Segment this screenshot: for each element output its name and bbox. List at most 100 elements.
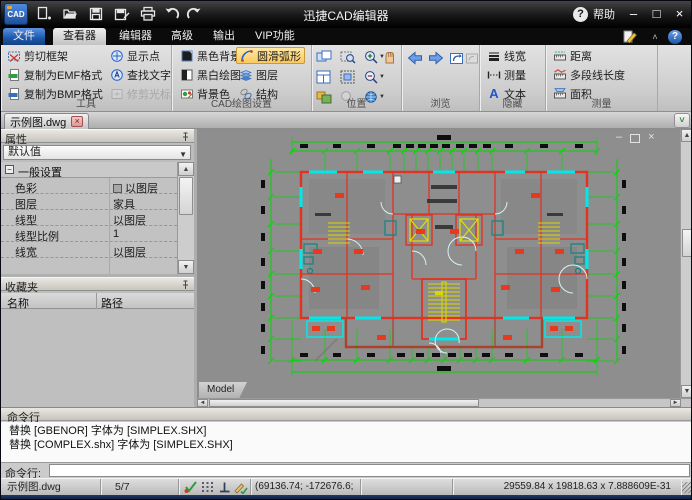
command-panel-header[interactable]: 命令行 [1, 407, 692, 421]
hide-measure-button[interactable]: 测量 [484, 66, 529, 83]
mdi-restore-icon[interactable] [630, 134, 640, 143]
properties-group-row[interactable]: − 一般设置 [1, 162, 177, 178]
save-icon [88, 6, 104, 22]
edit-mode-button[interactable] [621, 29, 639, 44]
help-label: 帮助 [593, 6, 615, 22]
property-row-lineweight[interactable]: 线宽 以图层 [1, 242, 177, 258]
tab-viewer[interactable]: 查看器 [53, 28, 106, 45]
canvas-scroll-left-icon[interactable]: ◄ [197, 399, 208, 407]
left-panel: 属性 默认值 ▼ − 一般设置 色彩 以图层 图层 家具 线型 以图层 [1, 129, 194, 407]
app-logo-icon[interactable]: CAD [4, 3, 28, 25]
tab-output[interactable]: 输出 [203, 28, 245, 45]
menu-tab-row: 文件 查看器 编辑器 高级 输出 VIP功能 ˄ ? [1, 28, 692, 45]
print-button[interactable] [137, 4, 159, 24]
group-cad-settings: 黑色背景 黑白绘图 背景色 圆滑弧形 图层 结构 CAD绘图设置 [172, 45, 312, 111]
property-row-ltscale[interactable]: 线型比例 1 [1, 226, 177, 242]
smooth-arc-button[interactable]: 圆滑弧形 [236, 47, 305, 64]
drawing-canvas[interactable] [197, 129, 680, 398]
scroll-up-icon[interactable]: ▲ [178, 162, 194, 176]
window-tile-button[interactable] [316, 68, 336, 86]
find-text-label: 查找文字 [127, 67, 171, 83]
smooth-arc-icon [240, 49, 254, 63]
drawing-toolbar-expand-button[interactable]: ˅ [674, 113, 690, 128]
group-measure-title: 测量 [546, 95, 657, 110]
maximize-button[interactable]: □ [646, 5, 667, 23]
zoom-window-button[interactable] [340, 48, 360, 66]
resize-grip[interactable] [682, 482, 692, 493]
canvas-scroll-down-icon[interactable]: ▼ [681, 385, 692, 398]
find-text-button[interactable]: 查找文字 [107, 66, 174, 83]
document-tab-label: 示例图.dwg [10, 114, 66, 130]
measure-polyline-button[interactable]: 多段线长度 [550, 66, 628, 83]
favorites-list[interactable] [1, 310, 194, 407]
canvas-hscroll-thumb[interactable] [209, 399, 479, 407]
black-bg-button[interactable]: 黑色背景 [177, 47, 244, 64]
status-page: 5/7 [101, 479, 179, 496]
properties-preset-dropdown[interactable]: 默认值 ▼ [3, 145, 191, 160]
command-input[interactable] [49, 464, 690, 477]
scroll-down-icon[interactable]: ▼ [178, 260, 194, 274]
properties-scrollbar[interactable]: ▲ ▼ [177, 162, 194, 274]
help-button[interactable]: ? 帮助 [573, 6, 615, 22]
property-row-layer[interactable]: 图层 家具 [1, 194, 177, 210]
tab-editor[interactable]: 编辑器 [109, 28, 162, 45]
document-tab-strip: 示例图.dwg × ˅ [1, 112, 692, 129]
layers-button[interactable]: 图层 [236, 66, 281, 83]
snap-toggle-icon[interactable] [183, 480, 198, 494]
canvas-scroll-up-icon[interactable]: ▲ [681, 129, 692, 142]
canvas-scroll-right-icon[interactable]: ► [670, 399, 681, 407]
zoom-in-icon [364, 50, 378, 64]
save-button[interactable] [85, 4, 107, 24]
tab-advanced[interactable]: 高级 [161, 28, 203, 45]
draw-toggle-icon[interactable] [233, 480, 248, 494]
canvas-vscroll-thumb[interactable] [682, 229, 692, 257]
pan-button[interactable] [382, 48, 402, 66]
grid-toggle-icon[interactable] [200, 480, 215, 494]
cut-frame-button[interactable]: 剪切框架 [4, 47, 71, 64]
minimize-button[interactable]: – [623, 5, 644, 23]
ribbon-help-button[interactable]: ? [666, 29, 684, 44]
floor-plan[interactable] [197, 129, 680, 398]
properties-scroll-thumb[interactable] [179, 177, 193, 215]
document-tab-close-icon[interactable]: × [71, 116, 83, 127]
preset-value: 默认值 [8, 146, 41, 158]
tab-vip[interactable]: VIP功能 [245, 28, 305, 45]
zoom-out-button[interactable]: ▼ [364, 68, 390, 86]
mdi-minimize-icon[interactable]: – [616, 132, 622, 143]
new-file-button[interactable] [33, 4, 55, 24]
show-points-button[interactable]: 显示点 [107, 47, 163, 64]
canvas-hscrollbar[interactable]: ◄ ► [197, 398, 692, 407]
black-bg-icon [180, 49, 194, 63]
hide-linewidth-button[interactable]: 线宽 [484, 47, 529, 64]
model-tab[interactable]: Model [199, 382, 247, 398]
pin-icon[interactable] [181, 132, 190, 142]
collapse-ribbon-button[interactable]: ˄ [646, 29, 664, 44]
property-row-color[interactable]: 色彩 以图层 [1, 178, 177, 194]
nav-forward-button[interactable] [428, 49, 448, 67]
window-bottom-border [1, 495, 692, 500]
close-button[interactable]: × [669, 5, 690, 23]
copy-emf-button[interactable]: 复制为EMF格式 [4, 66, 105, 83]
measure-distance-button[interactable]: 距离 [550, 47, 595, 64]
favorites-pin-icon[interactable] [181, 280, 190, 290]
undo-button[interactable] [161, 4, 183, 24]
canvas-vscrollbar[interactable]: ▲ ▼ [680, 129, 692, 398]
tab-file[interactable]: 文件 [3, 28, 45, 45]
app-window: CAD 迅捷CAD编辑器 ? 帮助 – □ × 文件 查看器 编辑器 高级 输出… [0, 0, 692, 500]
properties-header: 属性 [1, 129, 194, 143]
mdi-close-icon[interactable]: × [648, 132, 654, 143]
collapse-box-icon[interactable]: − [5, 165, 14, 174]
document-tab[interactable]: 示例图.dwg × [4, 113, 89, 129]
save-as-button[interactable] [111, 4, 133, 24]
status-bar: 示例图.dwg 5/7 (69136.74; -172676.6; 0) 295… [1, 478, 692, 495]
zoom-extents-button[interactable] [340, 68, 360, 86]
bw-draw-button[interactable]: 黑白绘图 [177, 66, 244, 83]
command-history[interactable]: 替换 [GBENOR] 字体为 [SIMPLEX.SHX] 替换 [COMPLE… [1, 422, 692, 462]
window-cascade-button[interactable] [316, 48, 336, 66]
status-extents: 29559.84 x 19818.63 x 7.888609E-31 [453, 479, 681, 496]
new-file-icon [36, 6, 52, 22]
nav-back-button[interactable] [407, 49, 427, 67]
ortho-toggle-icon[interactable] [217, 480, 232, 494]
property-row-linetype[interactable]: 线型 以图层 [1, 210, 177, 226]
open-file-button[interactable] [59, 4, 81, 24]
